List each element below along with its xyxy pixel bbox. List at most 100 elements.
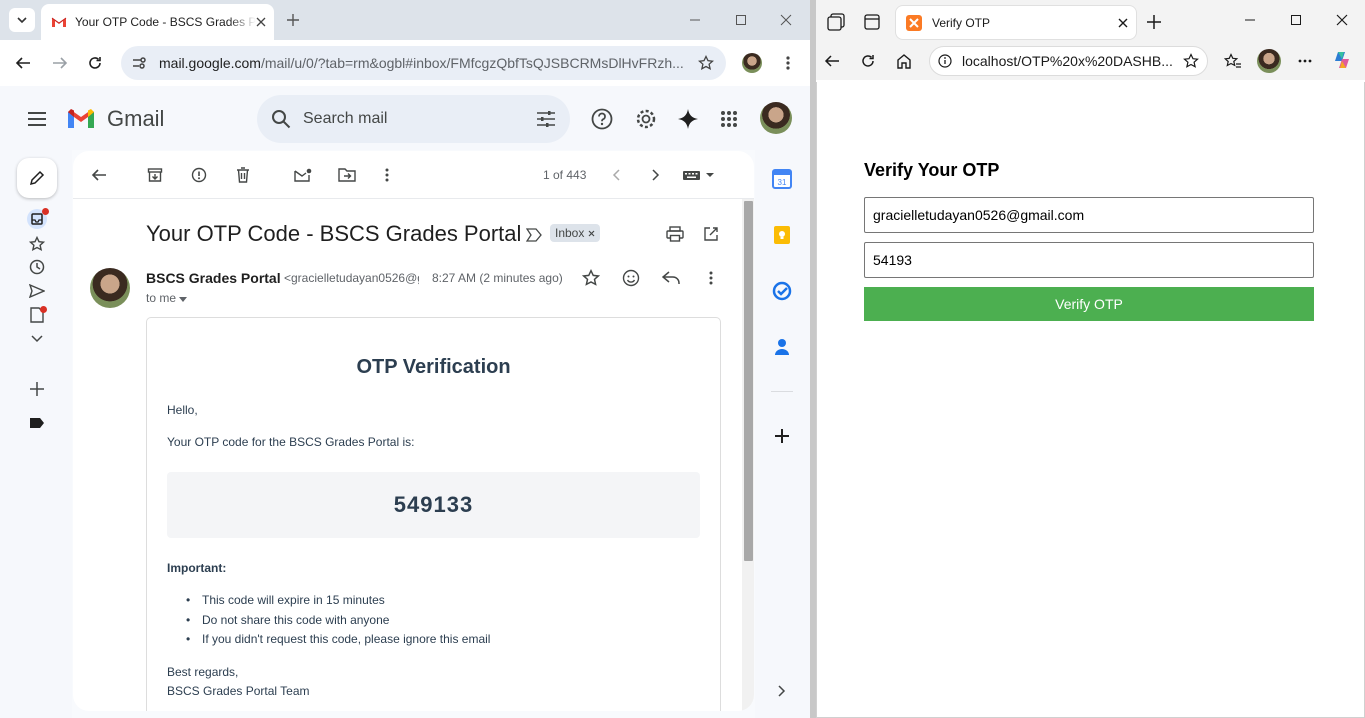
inbox-label-text: Inbox <box>555 226 585 240</box>
main-menu-icon[interactable] <box>25 107 49 131</box>
gmail-logo-icon[interactable] <box>66 108 96 135</box>
close-tab-icon[interactable] <box>256 17 266 27</box>
email-signature: BSCS Grades Portal Team <box>167 684 310 698</box>
star-message-icon[interactable] <box>580 267 602 289</box>
message-more-options-icon[interactable] <box>700 267 722 289</box>
bookmark-star-icon[interactable] <box>698 55 714 71</box>
open-new-window-icon[interactable] <box>700 223 722 245</box>
verify-otp-button[interactable]: Verify OTP <box>864 287 1314 321</box>
archive-icon[interactable] <box>144 164 166 186</box>
maximize-icon[interactable] <box>1286 10 1306 30</box>
site-info-icon[interactable] <box>938 54 952 68</box>
back-to-inbox-icon[interactable] <box>88 164 110 186</box>
contacts-icon[interactable] <box>771 336 793 358</box>
settings-more-icon[interactable] <box>1295 51 1315 71</box>
new-tab-icon[interactable] <box>1144 12 1164 32</box>
mark-unread-icon[interactable] <box>292 164 314 186</box>
edge-tab-verify-otp[interactable]: Verify OTP <box>896 6 1136 39</box>
sent-icon[interactable] <box>26 280 48 302</box>
drafts-icon[interactable] <box>26 304 48 326</box>
search-options-icon[interactable] <box>536 110 556 128</box>
minimize-icon[interactable] <box>1240 10 1260 30</box>
reload-icon[interactable] <box>83 51 107 75</box>
sender-name[interactable]: BSCS Grades Portal <box>146 270 281 286</box>
more-options-icon[interactable] <box>376 164 398 186</box>
email-heading: OTP Verification <box>356 356 511 378</box>
email-bullet: If you didn't request this code, please … <box>186 632 490 646</box>
get-addons-plus-icon[interactable] <box>771 425 793 447</box>
reload-icon[interactable] <box>858 51 878 71</box>
google-apps-icon[interactable] <box>717 107 741 131</box>
site-info-icon[interactable] <box>131 55 147 71</box>
close-tab-icon[interactable] <box>1118 18 1128 28</box>
add-label-plus-icon[interactable] <box>26 378 48 400</box>
compose-button[interactable] <box>17 158 57 198</box>
search-input[interactable]: Search mail <box>303 110 536 128</box>
edge-tab-title: Verify OTP <box>932 15 991 30</box>
minimize-icon[interactable] <box>683 8 707 32</box>
sender-avatar[interactable] <box>90 268 130 308</box>
expand-panel-chevron-icon[interactable] <box>771 680 793 702</box>
new-tab-icon[interactable] <box>281 8 305 32</box>
more-chevron-down-icon[interactable] <box>26 328 48 350</box>
gmail-logo-text[interactable]: Gmail <box>107 106 164 132</box>
add-reaction-emoji-icon[interactable] <box>620 267 642 289</box>
drafts-unread-dot <box>40 306 47 313</box>
tab-actions-icon[interactable] <box>862 12 882 32</box>
important-marker-icon[interactable] <box>523 224 545 246</box>
gemini-sparkle-icon[interactable] <box>676 107 700 131</box>
email-field[interactable]: gracielletudayan0526@gmail.com <box>864 197 1314 233</box>
chrome-address-bar[interactable]: mail.google.com/mail/u/0/?tab=rm&ogbl#in… <box>121 46 726 80</box>
newer-chevron-left-icon[interactable] <box>605 164 627 186</box>
chrome-tab-gmail[interactable]: Your OTP Code - BSCS Grades Portal - gra… <box>41 4 274 40</box>
close-window-icon[interactable] <box>1332 10 1352 30</box>
starred-icon[interactable] <box>26 233 48 255</box>
home-icon[interactable] <box>894 51 914 71</box>
chrome-menu-icon[interactable] <box>776 51 800 75</box>
reply-icon[interactable] <box>660 267 682 289</box>
help-icon[interactable] <box>590 107 614 131</box>
scrollbar-thumb[interactable] <box>744 201 753 561</box>
email-intro: Your OTP code for the BSCS Grades Portal… <box>167 435 415 449</box>
otp-input[interactable]: 54193 <box>864 242 1314 278</box>
inbox-label-chip[interactable]: Inbox <box>550 224 601 242</box>
calendar-icon[interactable]: 31 <box>771 168 793 190</box>
copilot-icon[interactable] <box>1332 50 1352 70</box>
sender-email: <gracielletudayan0526@gmail.com> <box>284 271 419 285</box>
print-icon[interactable] <box>664 223 686 245</box>
gmail-account-avatar[interactable] <box>760 102 792 134</box>
report-spam-icon[interactable] <box>188 164 210 186</box>
back-icon[interactable] <box>822 51 842 71</box>
otp-code-box: 549133 <box>167 472 700 538</box>
tasks-icon[interactable] <box>771 280 793 302</box>
tab-search-icon[interactable] <box>9 8 35 32</box>
search-icon[interactable] <box>271 109 291 129</box>
snoozed-clock-icon[interactable] <box>26 256 48 278</box>
older-chevron-right-icon[interactable] <box>645 164 667 186</box>
edge-address-bar[interactable]: localhost/OTP%20x%20DASHB... <box>929 46 1208 76</box>
pagination-count: 1 of 443 <box>543 168 587 182</box>
delete-trash-icon[interactable] <box>232 164 254 186</box>
sent-time: 8:27 AM (2 minutes ago) <box>432 271 563 285</box>
label-tag-icon[interactable] <box>26 412 48 434</box>
maximize-icon[interactable] <box>729 8 753 32</box>
edge-profile-avatar[interactable] <box>1257 49 1281 73</box>
email-subject: Your OTP Code - BSCS Grades Portal <box>146 221 522 246</box>
workspaces-icon[interactable] <box>826 12 846 32</box>
close-window-icon[interactable] <box>774 8 798 32</box>
search-mail-bar[interactable]: Search mail <box>257 95 570 143</box>
show-details-caret-icon[interactable] <box>179 291 188 305</box>
remove-label-close-icon[interactable] <box>588 230 595 237</box>
move-to-icon[interactable] <box>336 164 358 186</box>
keep-notes-icon[interactable] <box>771 224 793 246</box>
settings-gear-icon[interactable] <box>634 107 658 131</box>
recipient-text: to me <box>146 291 177 305</box>
favorites-icon[interactable] <box>1223 51 1243 71</box>
inbox-icon[interactable] <box>26 208 49 230</box>
back-icon[interactable] <box>11 51 35 75</box>
forward-icon[interactable] <box>48 51 72 75</box>
recipient-details[interactable]: to me <box>146 291 188 305</box>
chrome-profile-avatar[interactable] <box>742 53 762 73</box>
input-tools-keyboard-icon[interactable] <box>681 164 719 186</box>
favorite-star-icon[interactable] <box>1183 53 1199 69</box>
